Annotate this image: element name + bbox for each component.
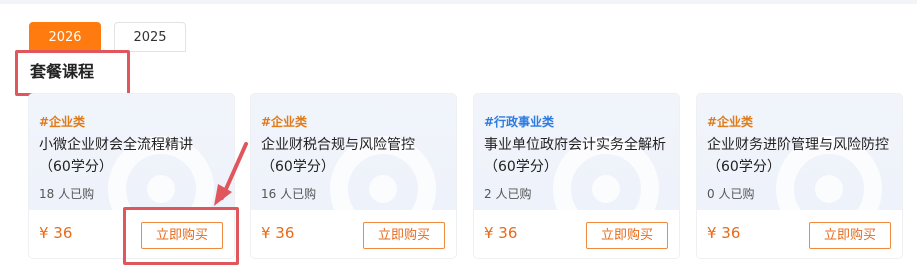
card-header: #企业类 企业财税合规与风险管控（60学分） 16 人已购 <box>251 94 456 210</box>
course-card[interactable]: #企业类 企业财税合规与风险管控（60学分） 16 人已购 ¥ 36 立即购买 <box>251 94 456 258</box>
course-title[interactable]: 企业财务进阶管理与风险防控（60学分） <box>707 134 892 178</box>
course-price: ¥ 36 <box>261 224 295 242</box>
section-title: 套餐课程 <box>30 62 95 81</box>
course-title[interactable]: 事业单位政府会计实务全解析（60学分） <box>484 134 669 178</box>
buyer-count: 16 人已购 <box>261 187 317 201</box>
course-price: ¥ 36 <box>39 224 73 242</box>
card-header: #行政事业类 事业单位政府会计实务全解析（60学分） 2 人已购 <box>474 94 679 210</box>
course-card[interactable]: #企业类 小微企业财会全流程精讲（60学分） 18 人已购 ¥ 36 立即购买 <box>29 94 234 258</box>
course-card[interactable]: #行政事业类 事业单位政府会计实务全解析（60学分） 2 人已购 ¥ 36 立即… <box>474 94 679 258</box>
course-title[interactable]: 企业财税合规与风险管控（60学分） <box>261 134 446 178</box>
annotation-arrow-icon <box>214 142 248 206</box>
course-title[interactable]: 小微企业财会全流程精讲（60学分） <box>39 134 224 178</box>
course-price: ¥ 36 <box>707 224 741 242</box>
tab-2025[interactable]: 2025 <box>114 22 186 52</box>
course-category-tag: #企业类 <box>261 115 308 129</box>
card-header: #企业类 小微企业财会全流程精讲（60学分） 18 人已购 <box>29 94 234 210</box>
tab-2026[interactable]: 2026 <box>29 22 101 52</box>
buyer-count: 2 人已购 <box>484 187 532 201</box>
buy-now-button[interactable]: 立即购买 <box>809 222 891 249</box>
course-price: ¥ 36 <box>484 224 518 242</box>
buy-now-button[interactable]: 立即购买 <box>363 222 445 249</box>
course-category-tag: #企业类 <box>39 115 86 129</box>
course-card[interactable]: #企业类 企业财务进阶管理与风险防控（60学分） 0 人已购 ¥ 36 立即购买 <box>697 94 902 258</box>
course-category-tag: #行政事业类 <box>484 115 555 129</box>
buy-now-button[interactable]: 立即购买 <box>586 222 668 249</box>
card-header: #企业类 企业财务进阶管理与风险防控（60学分） 0 人已购 <box>697 94 902 210</box>
buyer-count: 0 人已购 <box>707 187 755 201</box>
buyer-count: 18 人已购 <box>39 187 95 201</box>
course-category-tag: #企业类 <box>707 115 754 129</box>
buy-now-button[interactable]: 立即购买 <box>141 222 223 249</box>
